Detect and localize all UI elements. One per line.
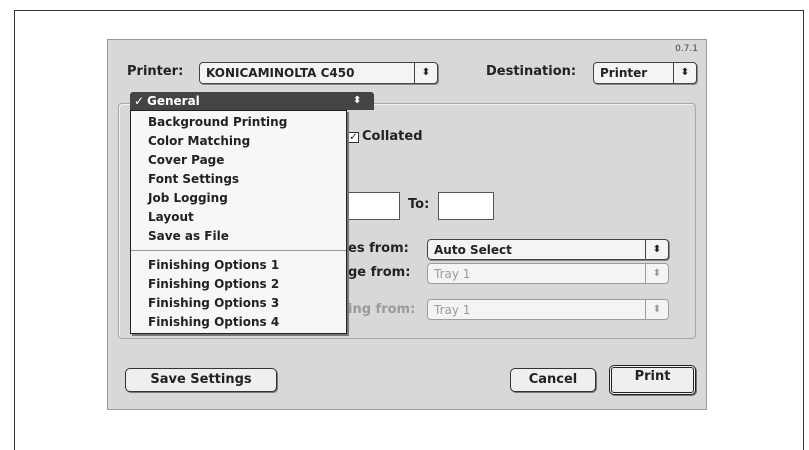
checkmark-icon: ✓ bbox=[134, 94, 145, 108]
updown-arrows-icon: ⬍ bbox=[353, 95, 362, 106]
updown-arrows-icon: ⬍ bbox=[673, 63, 696, 83]
menu-item-finishing-options-3[interactable]: Finishing Options 3 bbox=[131, 294, 346, 313]
menu-item-finishing-options-4[interactable]: Finishing Options 4 bbox=[131, 313, 346, 332]
pages-from-field[interactable] bbox=[348, 192, 400, 220]
destination-select[interactable]: Printer ⬍ bbox=[593, 62, 697, 84]
menu-item-layout[interactable]: Layout bbox=[131, 208, 346, 227]
menu-item-background-printing[interactable]: Background Printing bbox=[131, 113, 346, 132]
panel-menu-dropdown: Background Printing Color Matching Cover… bbox=[130, 110, 347, 334]
paper-source-select-3[interactable]: Tray 1 ⬍ bbox=[427, 299, 669, 320]
collated-label: Collated bbox=[362, 129, 423, 144]
paper-source-label-1: es from: bbox=[348, 241, 409, 256]
menu-item-save-as-file[interactable]: Save as File bbox=[131, 227, 346, 246]
menu-separator bbox=[131, 250, 346, 251]
panel-menu-selected-label: General bbox=[147, 94, 200, 108]
paper-source-select-1-value: Auto Select bbox=[434, 243, 512, 257]
menu-item-color-matching[interactable]: Color Matching bbox=[131, 132, 346, 151]
menu-item-finishing-options-1[interactable]: Finishing Options 1 bbox=[131, 256, 346, 275]
menu-item-finishing-options-2[interactable]: Finishing Options 2 bbox=[131, 275, 346, 294]
menu-item-job-logging[interactable]: Job Logging bbox=[131, 189, 346, 208]
menu-item-cover-page[interactable]: Cover Page bbox=[131, 151, 346, 170]
paper-source-select-2-value: Tray 1 bbox=[434, 267, 471, 281]
paper-source-select-1[interactable]: Auto Select ⬍ bbox=[427, 239, 669, 260]
printer-label: Printer: bbox=[127, 64, 184, 79]
panel-menu-selected[interactable]: ✓ General ⬍ bbox=[130, 92, 374, 110]
printer-select[interactable]: KONICAMINOLTA C450 ⬍ bbox=[199, 62, 438, 84]
version-label: 0.7.1 bbox=[675, 44, 698, 54]
pages-to-label: To: bbox=[408, 197, 430, 212]
paper-source-select-2[interactable]: Tray 1 ⬍ bbox=[427, 263, 669, 284]
updown-arrows-icon: ⬍ bbox=[645, 264, 668, 283]
printer-select-value: KONICAMINOLTA C450 bbox=[206, 66, 355, 80]
updown-arrows-icon: ⬍ bbox=[414, 63, 437, 83]
paper-source-select-3-value: Tray 1 bbox=[434, 303, 471, 317]
destination-label: Destination: bbox=[486, 64, 577, 79]
updown-arrows-icon: ⬍ bbox=[645, 300, 668, 319]
paper-source-label-2: ge from: bbox=[348, 265, 411, 280]
updown-arrows-icon: ⬍ bbox=[645, 240, 668, 259]
paper-source-label-3: ing from: bbox=[348, 302, 416, 317]
save-settings-button[interactable]: Save Settings bbox=[125, 368, 277, 392]
destination-select-value: Printer bbox=[600, 66, 648, 80]
menu-item-font-settings[interactable]: Font Settings bbox=[131, 170, 346, 189]
pages-to-field[interactable] bbox=[438, 192, 494, 220]
print-button[interactable]: Print bbox=[609, 365, 696, 395]
cancel-button[interactable]: Cancel bbox=[510, 368, 596, 392]
collated-checkbox[interactable]: ✓ bbox=[348, 132, 359, 143]
